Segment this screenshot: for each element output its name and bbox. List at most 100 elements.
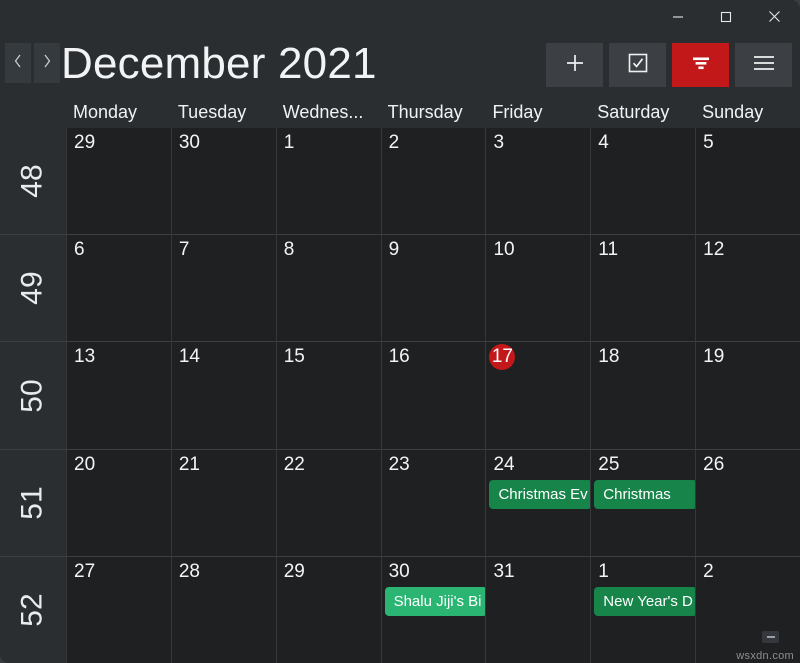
day-cell[interactable]: 21 xyxy=(170,449,276,556)
next-month-button[interactable] xyxy=(34,43,60,83)
day-number: 7 xyxy=(178,239,190,261)
week-row: 50 13 14 15 16 17 18 19 xyxy=(0,341,800,449)
tasks-button[interactable] xyxy=(609,43,666,87)
day-cell[interactable]: 25 Christmas xyxy=(590,449,698,556)
day-number: 5 xyxy=(703,132,714,153)
day-number: 10 xyxy=(493,239,515,261)
plus-icon xyxy=(564,52,586,79)
close-button[interactable] xyxy=(750,0,798,33)
day-cell[interactable]: 19 xyxy=(695,342,800,449)
day-cell[interactable]: 6 xyxy=(66,235,171,342)
day-cell[interactable]: 18 xyxy=(590,342,696,449)
filter-icon xyxy=(690,52,712,79)
day-cell[interactable]: 15 xyxy=(275,342,381,449)
event-list: New Year's D xyxy=(594,586,698,618)
day-number: 24 xyxy=(493,453,515,475)
weeknum-header-spacer xyxy=(0,97,66,128)
day-number: 30 xyxy=(178,132,200,153)
weekday-header-wednesday: Wednes... xyxy=(282,102,364,122)
day-number: 11 xyxy=(598,239,619,261)
day-number: 14 xyxy=(178,346,200,368)
add-event-button[interactable] xyxy=(546,43,603,87)
day-cell[interactable]: 14 xyxy=(170,342,276,449)
day-cell[interactable]: 5 xyxy=(695,128,800,235)
day-cell[interactable]: 4 xyxy=(590,128,696,235)
day-cell[interactable]: 8 xyxy=(275,235,381,342)
event-pill[interactable]: Christmas xyxy=(594,479,698,509)
day-number: 6 xyxy=(74,239,85,261)
day-cell[interactable]: 31 xyxy=(485,556,591,663)
day-number: 8 xyxy=(283,239,295,261)
day-cell[interactable]: 12 xyxy=(695,235,800,342)
day-cell[interactable]: 11 xyxy=(590,235,696,342)
day-cell[interactable]: 26 xyxy=(695,449,800,556)
weekday-header-tuesday: Tuesday xyxy=(177,102,247,122)
day-number: 13 xyxy=(74,346,96,368)
week-number-label: 52 xyxy=(16,593,49,627)
chevron-right-icon xyxy=(42,53,52,74)
day-cell[interactable]: 13 xyxy=(66,342,171,449)
day-cell[interactable]: 16 xyxy=(380,342,486,449)
day-number: 21 xyxy=(178,453,200,475)
day-cell[interactable]: 29 xyxy=(66,128,171,235)
menu-button[interactable] xyxy=(735,43,792,87)
week-number-cell: 49 xyxy=(0,235,66,342)
day-cell[interactable]: 17 xyxy=(485,342,591,449)
calendar-window: December 2021 Monday Tuesday Wednes... T… xyxy=(0,0,800,663)
watermark: wsxdn.com xyxy=(736,650,794,662)
day-cell[interactable]: 23 xyxy=(380,449,486,556)
chevron-left-icon xyxy=(13,53,23,74)
day-cell[interactable]: 1 xyxy=(275,128,381,235)
day-cell[interactable]: 20 xyxy=(66,449,171,556)
maximize-button[interactable] xyxy=(702,0,750,33)
day-cell[interactable]: 27 xyxy=(66,556,171,663)
day-number: 31 xyxy=(493,560,515,582)
event-pill[interactable]: Shalu Jiji's Bi xyxy=(384,586,488,616)
day-number: 20 xyxy=(74,453,96,475)
event-list: Christmas xyxy=(594,479,698,511)
day-number: 1 xyxy=(283,132,295,153)
day-number: 29 xyxy=(74,132,96,153)
day-number: 27 xyxy=(74,560,96,582)
day-cell[interactable]: 29 xyxy=(275,556,381,663)
day-cell[interactable]: 1 New Year's D xyxy=(590,556,698,663)
event-pill[interactable]: New Year's D xyxy=(594,586,698,616)
day-number: 1 xyxy=(598,560,609,582)
day-number: 16 xyxy=(388,346,410,368)
calendar-grid: 48 29 30 1 2 3 4 5 49 6 7 8 9 10 11 12 50 13 14 15 16 17 18 19 5… xyxy=(0,128,800,663)
weekday-header-saturday: Saturday xyxy=(597,102,670,122)
day-cell[interactable]: 2 xyxy=(380,128,486,235)
day-number: 2 xyxy=(388,132,400,153)
day-cell[interactable]: 7 xyxy=(170,235,276,342)
day-cell[interactable]: 24 Christmas Ev xyxy=(485,449,593,556)
close-icon xyxy=(768,10,781,23)
day-cell[interactable]: 28 xyxy=(170,556,276,663)
day-number: 4 xyxy=(598,132,609,153)
week-number-label: 49 xyxy=(16,271,49,305)
day-cell[interactable]: 3 xyxy=(485,128,591,235)
day-cell[interactable]: 30 Shalu Jiji's Bi xyxy=(380,556,488,663)
week-row: 48 29 30 1 2 3 4 5 xyxy=(0,128,800,235)
day-cell[interactable]: 9 xyxy=(380,235,486,342)
weekday-header-sunday: Sunday xyxy=(702,102,764,122)
day-number: 22 xyxy=(283,453,305,475)
calendar-header: December 2021 xyxy=(0,35,800,97)
day-number: 28 xyxy=(178,560,200,582)
day-cell[interactable]: 30 xyxy=(170,128,276,235)
week-number-cell: 48 xyxy=(0,128,66,235)
day-cell[interactable]: 22 xyxy=(275,449,381,556)
hamburger-icon xyxy=(752,52,776,79)
page-title: December 2021 xyxy=(61,39,377,88)
previous-month-button[interactable] xyxy=(5,43,31,83)
day-number: 25 xyxy=(598,453,620,475)
day-cell[interactable]: 2 xyxy=(695,556,800,663)
minimize-button[interactable] xyxy=(654,0,702,33)
day-number: 12 xyxy=(703,239,725,261)
filter-button[interactable] xyxy=(672,43,729,87)
event-list: Shalu Jiji's Bi xyxy=(384,586,488,618)
day-number: 26 xyxy=(703,453,725,475)
event-pill[interactable]: Christmas Ev xyxy=(489,479,593,509)
month-nav xyxy=(5,43,60,83)
day-cell[interactable]: 10 xyxy=(485,235,591,342)
resize-grip[interactable] xyxy=(762,631,779,643)
